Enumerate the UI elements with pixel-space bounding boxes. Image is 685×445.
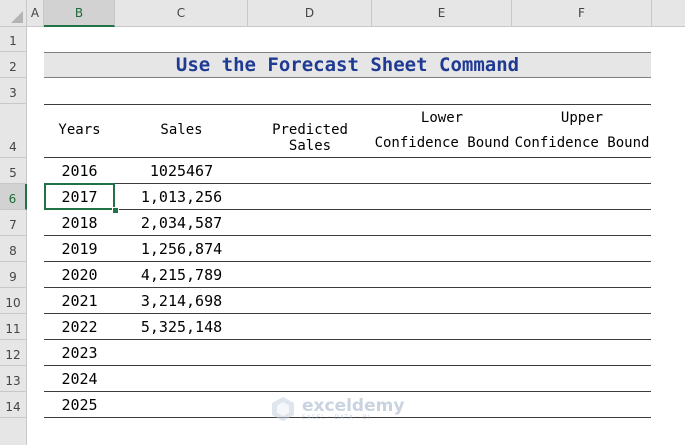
year-cell[interactable]: 2024 (44, 365, 115, 391)
sales-cell[interactable] (115, 339, 248, 365)
year-cell[interactable]: 2021 (44, 287, 115, 313)
year-cell[interactable]: 2022 (44, 313, 115, 339)
row-header-5[interactable]: 5 (0, 158, 27, 184)
active-cell-selection[interactable] (44, 183, 115, 210)
sales-cell[interactable]: 1,013,256 (115, 183, 248, 209)
year-cell[interactable]: 2025 (44, 391, 115, 417)
column-header-f[interactable]: F (512, 0, 652, 27)
sales-cell[interactable]: 3,214,698 (115, 287, 248, 313)
sales-cell[interactable]: 5,325,148 (115, 313, 248, 339)
row-header-6[interactable]: 6 (0, 184, 27, 210)
row-header-14[interactable]: 14 (0, 392, 27, 418)
sales-cell[interactable] (115, 365, 248, 391)
header-upper-line2[interactable]: Confidence Bound (512, 135, 652, 151)
row-header-4[interactable]: 4 (0, 104, 27, 158)
column-header-g[interactable] (652, 0, 685, 27)
watermark-brand: exceldemy (302, 395, 405, 416)
page-title[interactable]: Use the Forecast Sheet Command (44, 52, 651, 78)
row-header-11[interactable]: 11 (0, 314, 27, 340)
table-top-border (44, 104, 651, 105)
header-sales[interactable]: Sales (115, 122, 248, 138)
sales-cell[interactable]: 2,034,587 (115, 209, 248, 235)
row-header-8[interactable]: 8 (0, 236, 27, 262)
year-cell[interactable]: 2016 (44, 157, 115, 183)
header-years[interactable]: Years (44, 122, 115, 138)
fill-handle[interactable] (112, 207, 119, 214)
select-all-button[interactable] (0, 0, 27, 27)
column-header-b[interactable]: B (44, 0, 115, 27)
row-header-3[interactable]: 3 (0, 78, 27, 104)
row-header-10[interactable]: 10 (0, 288, 27, 314)
column-header-c[interactable]: C (115, 0, 248, 27)
exceldemy-watermark: exceldemy EXCEL · DATA · BI (270, 396, 404, 422)
year-cell[interactable]: 2020 (44, 261, 115, 287)
row-header-15[interactable] (0, 418, 27, 445)
year-cell[interactable]: 2018 (44, 209, 115, 235)
header-predicted-sales[interactable]: Predicted Sales (248, 122, 372, 154)
row-header-12[interactable]: 12 (0, 340, 27, 366)
sales-cell[interactable]: 1,256,874 (115, 235, 248, 261)
select-all-triangle-icon (11, 11, 23, 23)
column-header-a[interactable]: A (27, 0, 44, 27)
exceldemy-logo-icon (272, 397, 294, 421)
year-cell[interactable]: 2023 (44, 339, 115, 365)
row-header-7[interactable]: 7 (0, 210, 27, 236)
row-header-13[interactable]: 13 (0, 366, 27, 392)
year-cell[interactable]: 2019 (44, 235, 115, 261)
sales-cell[interactable] (115, 391, 248, 417)
column-header-e[interactable]: E (372, 0, 512, 27)
sales-cell[interactable]: 4,215,789 (115, 261, 248, 287)
row-header-2[interactable]: 2 (0, 52, 27, 78)
row-header-9[interactable]: 9 (0, 262, 27, 288)
spreadsheet-grid[interactable]: A B C D E F 1 2 3 4 5 6 7 8 9 10 11 12 1… (0, 0, 685, 445)
row-header-1[interactable]: 1 (0, 27, 27, 52)
sales-cell[interactable]: 1025467 (115, 157, 248, 183)
header-lower-line1[interactable]: Lower (372, 110, 512, 126)
header-upper-line1[interactable]: Upper (512, 110, 652, 126)
watermark-text-group: exceldemy EXCEL · DATA · BI (302, 395, 405, 421)
header-lower-line2[interactable]: Confidence Bound (372, 135, 512, 151)
column-header-d[interactable]: D (248, 0, 372, 27)
